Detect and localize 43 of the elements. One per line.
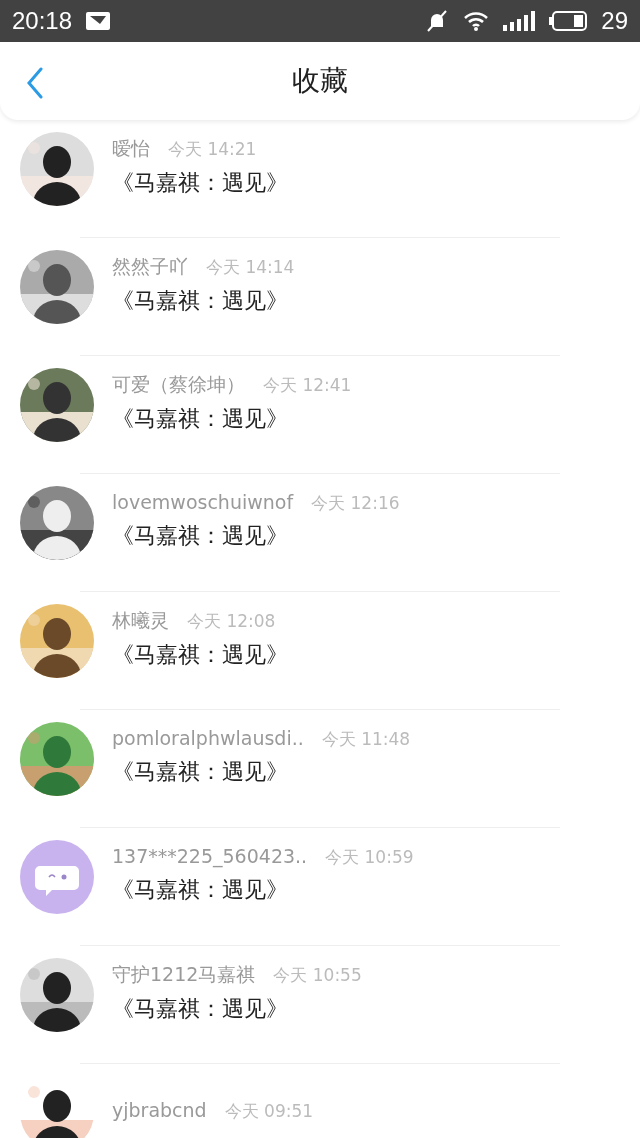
item-time: 今天 12:08 — [187, 610, 276, 633]
user-name: 可爱（蔡徐坤） — [112, 372, 245, 397]
favorite-item[interactable]: 可爱（蔡徐坤） 今天 12:41 《马嘉祺：遇见》 — [0, 356, 640, 474]
work-title: 《马嘉祺：遇见》 — [112, 522, 289, 550]
work-title: 《马嘉祺：遇见》 — [112, 405, 289, 433]
item-time: 今天 09:51 — [224, 1100, 314, 1123]
status-time: 20:18 — [12, 7, 73, 35]
signal-icon — [503, 11, 536, 31]
user-name: lovemwoschuiwnof — [112, 491, 294, 513]
user-name: 然然子吖 — [112, 254, 188, 279]
favorite-item[interactable]: 暧怡 今天 14:21 《马嘉祺：遇见》 — [0, 120, 640, 238]
favorite-item[interactable]: 然然子吖 今天 14:14 《马嘉祺：遇见》 — [0, 238, 640, 356]
page-title: 收藏 — [292, 63, 348, 99]
wifi-icon — [463, 10, 490, 32]
work-title: 《马嘉祺：遇见》 — [112, 641, 288, 669]
work-title: 《马嘉祺：遇见》 — [112, 995, 289, 1023]
favorite-item[interactable]: 林曦灵 今天 12:08 《马嘉祺：遇见》 — [0, 592, 640, 710]
favorite-item[interactable]: pomloralphwlausdi.. 今天 11:48 《马嘉祺：遇见》 — [0, 710, 640, 828]
item-time: 今天 10:55 — [273, 964, 362, 987]
favorite-item[interactable]: lovemwoschuiwnof 今天 12:16 《马嘉祺：遇见》 — [0, 474, 640, 592]
user-name: pomloralphwlausdi.. — [112, 727, 304, 749]
item-time: 今天 12:16 — [311, 492, 400, 515]
item-time: 今天 14:21 — [168, 138, 257, 161]
item-time: 今天 11:48 — [321, 728, 411, 751]
user-name: 暧怡 — [112, 136, 150, 161]
work-title: 《马嘉祺：遇见》 — [112, 169, 288, 197]
work-title: 《马嘉祺：遇见》 — [112, 287, 289, 315]
work-title: 《马嘉祺：遇见》 — [112, 876, 289, 904]
battery-level: 29 — [601, 7, 628, 35]
favorite-item[interactable]: 守护1212马嘉祺 今天 10:55 《马嘉祺：遇见》 — [0, 946, 640, 1064]
chat-bubble-avatar-icon — [20, 840, 94, 914]
user-name: 137***225_560423.. — [112, 845, 308, 867]
image-notification-icon — [86, 12, 111, 30]
work-title: 《马嘉祺：遇见》 — [112, 758, 289, 786]
battery-icon — [549, 11, 588, 31]
item-time: 今天 14:14 — [206, 256, 295, 279]
muted-bell-icon — [425, 9, 450, 33]
user-name: 林曦灵 — [112, 608, 169, 633]
item-time: 今天 10:59 — [325, 846, 414, 869]
user-name: yjbrabcnd — [112, 1099, 207, 1121]
favorite-item[interactable]: 137***225_560423.. 今天 10:59 《马嘉祺：遇见》 — [0, 828, 640, 946]
user-name: 守护1212马嘉祺 — [112, 962, 256, 987]
item-time: 今天 12:41 — [263, 374, 352, 397]
